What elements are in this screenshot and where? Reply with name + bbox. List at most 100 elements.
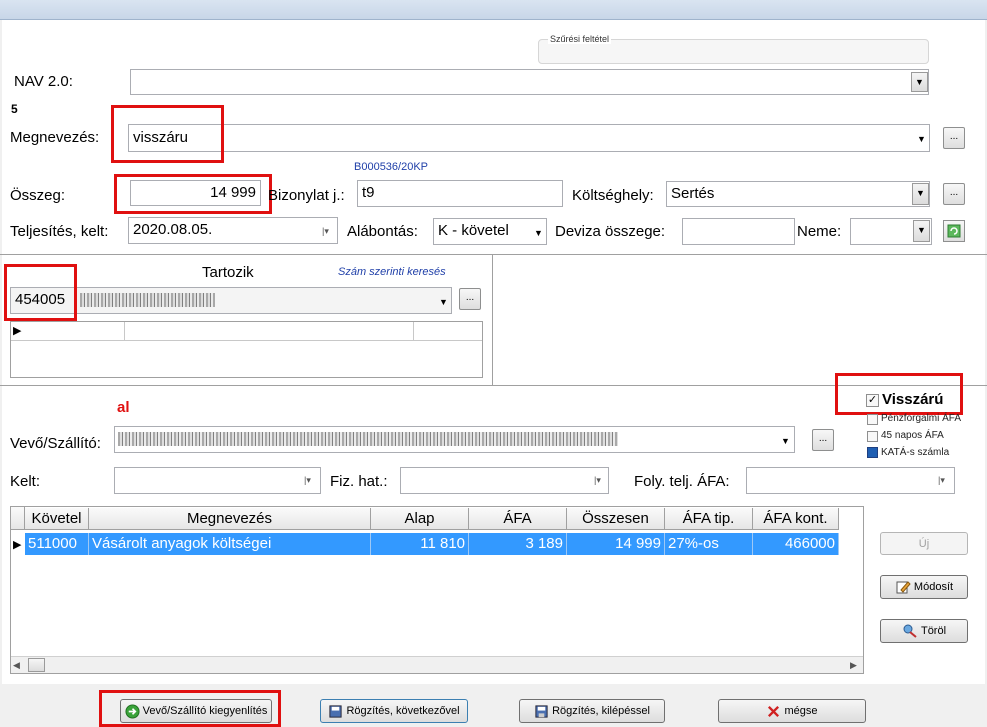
scroll-right-icon[interactable]: ▶ xyxy=(850,660,857,671)
redacted-vevo-name xyxy=(118,432,618,446)
megnevezes-combo[interactable]: visszáru xyxy=(128,124,930,152)
neme-label: Neme: xyxy=(797,223,842,240)
horizontal-scrollbar[interactable]: ◀ ▶ xyxy=(11,656,863,673)
folyteljafa-date[interactable] xyxy=(746,467,955,494)
bizonylat-label: Bizonylat j.: xyxy=(268,187,345,204)
close-icon xyxy=(768,705,780,717)
chevron-down-icon[interactable]: ▼ xyxy=(534,228,543,238)
window-top-frame xyxy=(0,0,987,20)
grid-header-row xyxy=(11,322,482,341)
table-cell[interactable]: 3 189 xyxy=(469,533,567,555)
row-pointer-icon: ▶ xyxy=(13,539,22,551)
tartozik-browse-button[interactable]: ... xyxy=(459,288,481,310)
tartozik-title: Tartozik xyxy=(202,264,254,281)
penzforgalmi-label: Pénzforgalmi ÁFA xyxy=(881,413,962,424)
date-dropdown-icon[interactable]: |▾ xyxy=(322,226,329,237)
scroll-left-icon[interactable]: ◀ xyxy=(13,660,20,671)
45napos-label: 45 napos ÁFA xyxy=(881,430,944,441)
redacted-account-name xyxy=(80,293,215,307)
date-dropdown-icon[interactable]: |▾ xyxy=(938,475,945,486)
table-cell[interactable]: 14 999 xyxy=(567,533,665,555)
save-next-icon xyxy=(329,705,343,718)
highlight-account xyxy=(4,264,77,321)
alabontas-select[interactable]: K - követel xyxy=(433,218,547,245)
col-header-afa[interactable]: ÁFA xyxy=(469,508,567,530)
col-header-afa-kont[interactable]: ÁFA kont. xyxy=(753,508,839,530)
fizhat-date[interactable] xyxy=(400,467,609,494)
date-dropdown-icon[interactable]: |▾ xyxy=(594,475,601,486)
vevo-label: Vevő/Szállító: xyxy=(10,435,101,452)
al-note: al xyxy=(117,399,130,416)
save-exit-button-label: Rögzítés, kilépéssel xyxy=(552,705,650,717)
koltseghely-dropdown-button[interactable]: ▼ xyxy=(912,183,929,205)
filter-title: Szűrési feltétel xyxy=(548,34,612,44)
cancel-button[interactable]: mégse xyxy=(718,699,866,723)
nav-note: 5 xyxy=(11,102,18,116)
fizhat-label: Fiz. hat.: xyxy=(330,473,388,490)
teljesites-date[interactable]: 2020.08.05. xyxy=(128,217,338,244)
delete-button-label: Töröl xyxy=(920,625,947,637)
megnevezes-browse-button[interactable]: ... xyxy=(943,127,965,149)
highlight-settlement xyxy=(99,690,281,727)
chevron-down-icon[interactable]: ▼ xyxy=(439,297,448,307)
scroll-thumb[interactable] xyxy=(28,658,45,672)
koltseghely-select[interactable]: Sertés xyxy=(666,181,930,207)
delete-button[interactable]: Töröl xyxy=(880,619,968,643)
modify-button-label: Módosít xyxy=(913,581,954,593)
deviza-input[interactable] xyxy=(682,218,795,245)
table-cell[interactable]: 511000 xyxy=(25,533,89,555)
table-cell[interactable]: 11 810 xyxy=(371,533,469,555)
col-header-megnevezes[interactable]: Megnevezés xyxy=(89,508,371,530)
kelt-label: Kelt: xyxy=(10,473,41,490)
table-cell[interactable]: Vásárolt anyagok költségei xyxy=(89,533,371,555)
save-next-button-label: Rögzítés, következővel xyxy=(346,705,460,717)
grid-col-divider xyxy=(413,322,414,341)
highlight-megnevezes xyxy=(111,105,224,163)
col-header-afa-tip[interactable]: ÁFA tip. xyxy=(665,508,753,530)
col-header-kovetel[interactable]: Követel xyxy=(25,508,89,530)
megnevezes-label: Megnevezés: xyxy=(10,129,100,146)
table-cell[interactable]: 27%-os xyxy=(665,533,753,555)
search-link[interactable]: Szám szerinti keresés xyxy=(338,266,446,278)
nav-dropdown-button[interactable]: ▼ xyxy=(911,72,928,92)
nav-select[interactable] xyxy=(130,69,929,95)
divider xyxy=(0,254,987,255)
save-next-button[interactable]: Rögzítés, következővel xyxy=(320,699,468,723)
bizonylat-code: B000536/20KP xyxy=(354,161,429,173)
kata-checkbox[interactable] xyxy=(867,447,878,458)
bizonylat-input[interactable]: t9 xyxy=(357,180,563,207)
koltseghely-label: Költséghely: xyxy=(572,187,654,204)
osszeg-label: Összeg: xyxy=(10,187,66,204)
folyteljafa-label: Foly. telj. ÁFA: xyxy=(634,473,730,490)
tartozik-grid[interactable]: ▶ xyxy=(10,321,483,378)
delete-icon xyxy=(903,624,917,638)
neme-dropdown-button[interactable]: ▼ xyxy=(913,220,930,242)
new-button-label: Új xyxy=(918,538,930,550)
items-grid[interactable] xyxy=(10,506,864,674)
save-exit-button[interactable]: Rögzítés, kilépéssel xyxy=(519,699,665,723)
penzforgalmi-checkbox[interactable] xyxy=(867,414,878,425)
grid-col-divider xyxy=(124,322,125,341)
grid-corner xyxy=(11,507,25,530)
koltseghely-browse-button[interactable]: ... xyxy=(943,183,965,205)
col-header-osszesen[interactable]: Összesen xyxy=(567,508,665,530)
table-cell[interactable]: 466000 xyxy=(753,533,839,555)
teljesites-label: Teljesítés, kelt: xyxy=(10,223,109,240)
col-header-alap[interactable]: Alap xyxy=(371,508,469,530)
date-dropdown-icon[interactable]: |▾ xyxy=(304,475,311,486)
kelt-date[interactable] xyxy=(114,467,321,494)
highlight-visszaru xyxy=(835,373,963,415)
chevron-down-icon[interactable]: ▼ xyxy=(917,134,926,144)
save-icon xyxy=(535,705,548,718)
kata-label: KATÁ-s számla xyxy=(881,447,950,458)
new-button[interactable]: Új xyxy=(880,532,968,555)
vevo-browse-button[interactable]: ... xyxy=(812,429,834,451)
row-pointer-icon: ▶ xyxy=(13,325,22,337)
chevron-down-icon[interactable]: ▼ xyxy=(781,436,790,446)
45napos-checkbox[interactable] xyxy=(867,431,878,442)
highlight-osszeg xyxy=(114,174,272,214)
deviza-label: Deviza összege: xyxy=(555,223,666,240)
modify-button[interactable]: Módosít xyxy=(880,575,968,599)
refresh-icon[interactable] xyxy=(943,220,965,242)
cancel-button-label: mégse xyxy=(784,705,818,717)
